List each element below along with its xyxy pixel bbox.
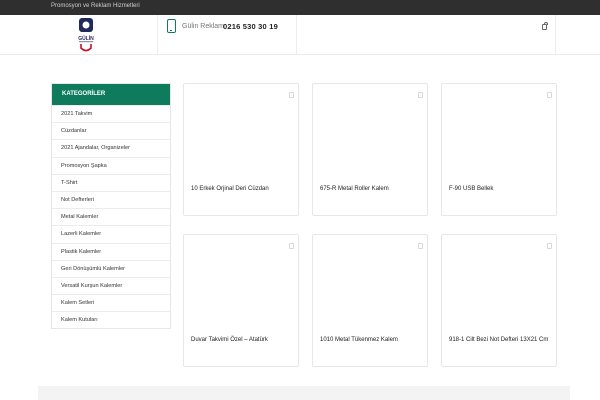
sidebar-item[interactable]: Metal Kalemler: [52, 208, 170, 225]
svg-text:GÜLİN: GÜLİN: [78, 35, 94, 42]
mobile-phone-icon: [167, 19, 176, 33]
sidebar-item[interactable]: 2021 Ajandalar, Organizeler: [52, 139, 170, 156]
header-divider: [555, 15, 556, 55]
sidebar-item[interactable]: Kalem Kutuları: [52, 311, 170, 328]
wishlist-icon[interactable]: [289, 243, 294, 249]
brand-name: Gülin Reklam: [182, 23, 225, 30]
product-card[interactable]: Duvar Takvimi Özel – Atatürk: [183, 234, 299, 367]
category-title: KATEGORİLER: [52, 84, 170, 105]
wishlist-icon[interactable]: [289, 92, 294, 98]
header-divider: [157, 15, 158, 55]
product-title[interactable]: 10 Erkek Orjinal Deri Cüzdan: [191, 186, 269, 192]
wishlist-icon[interactable]: [547, 243, 552, 249]
category-sidebar: KATEGORİLER 2021 Takvim Cüzdanlar 2021 A…: [51, 83, 171, 330]
product-title[interactable]: 675-R Metal Roller Kalem: [320, 186, 389, 192]
product-card[interactable]: 675-R Metal Roller Kalem: [312, 83, 428, 216]
footer-section: [38, 386, 570, 400]
site-header: GÜLİN Gülin Reklam 0216 530 30 19: [0, 15, 600, 55]
wishlist-icon[interactable]: [547, 92, 552, 98]
tagline: Promosyon ve Reklam Hizmetleri: [51, 3, 140, 9]
sidebar-item[interactable]: 2021 Takvim: [52, 105, 170, 122]
top-bar: Promosyon ve Reklam Hizmetleri: [0, 0, 600, 15]
product-card[interactable]: 1010 Metal Tükenmez Kalem: [312, 234, 428, 367]
wishlist-icon[interactable]: [418, 243, 423, 249]
sidebar-item[interactable]: Plastik Kalemler: [52, 242, 170, 260]
sidebar-item[interactable]: Kalem Setleri: [52, 294, 170, 311]
sidebar-item[interactable]: Promosyon Şapka: [52, 156, 170, 174]
shopping-bag-icon[interactable]: [542, 22, 548, 30]
gulin-logo: GÜLİN: [78, 18, 94, 52]
product-card[interactable]: 10 Erkek Orjinal Deri Cüzdan: [183, 83, 299, 216]
product-title[interactable]: Duvar Takvimi Özel – Atatürk: [191, 337, 268, 343]
product-title[interactable]: 1010 Metal Tükenmez Kalem: [320, 337, 398, 343]
product-card[interactable]: F-90 USB Bellek: [441, 83, 557, 216]
product-card[interactable]: 918-1 Cilt Bezi Not Defteri 13X21 Cm: [441, 234, 557, 367]
phone-number-link[interactable]: 0216 530 30 19: [223, 22, 278, 31]
sidebar-item[interactable]: Lazerli Kalemler: [52, 225, 170, 242]
sidebar-item[interactable]: Not Defterleri: [52, 190, 170, 208]
sidebar-item[interactable]: Cüzdanlar: [52, 122, 170, 139]
header-divider: [296, 15, 297, 55]
sidebar-item[interactable]: Geri Dönüşümlü Kalemler: [52, 259, 170, 277]
product-title[interactable]: 918-1 Cilt Bezi Not Defteri 13X21 Cm: [449, 337, 548, 343]
wishlist-icon[interactable]: [418, 92, 423, 98]
sidebar-item[interactable]: Versatil Kurşun Kalemler: [52, 276, 170, 294]
sidebar-item[interactable]: T-Shirt: [52, 173, 170, 191]
product-title[interactable]: F-90 USB Bellek: [449, 186, 493, 192]
